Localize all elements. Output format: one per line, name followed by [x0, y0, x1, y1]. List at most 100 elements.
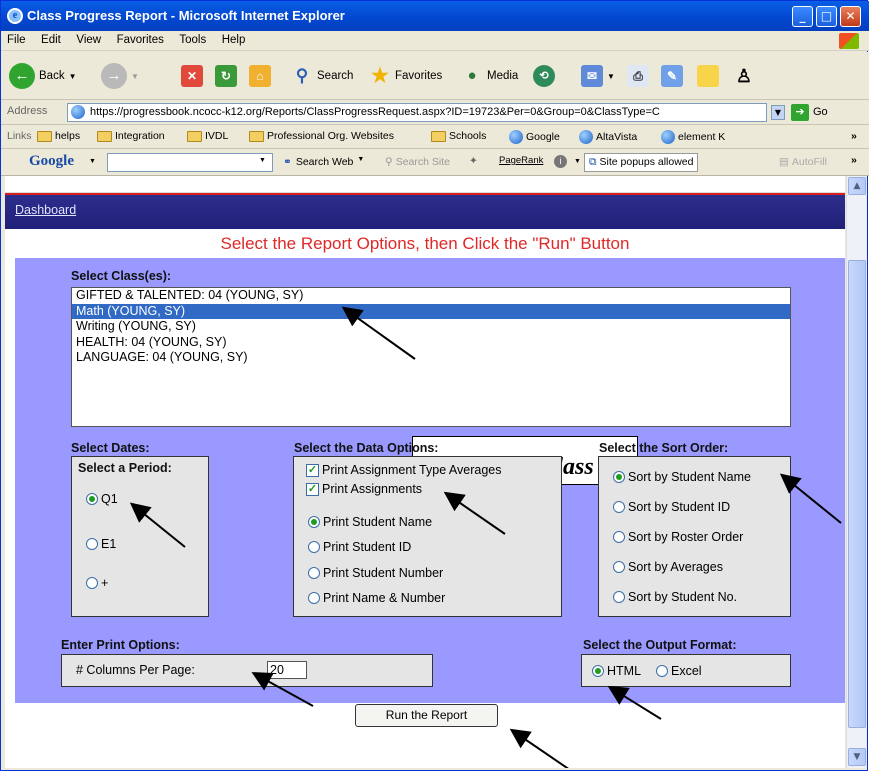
- search-icon: ⚲: [295, 66, 309, 85]
- menu-favorites[interactable]: Favorites: [111, 31, 170, 46]
- globe-icon: [661, 130, 675, 144]
- address-bar: Address https://progressbook.ncocc-k12.o…: [1, 100, 869, 125]
- arrow-to-columns: [251, 672, 314, 707]
- forward-button[interactable]: → ▼: [101, 60, 139, 92]
- stop-icon: ✕: [181, 65, 203, 87]
- forward-arrow-icon: →: [101, 63, 127, 89]
- folder-icon: [187, 130, 202, 142]
- google-menu-dropdown-icon[interactable]: ▼: [89, 158, 96, 165]
- popup-blocker-button[interactable]: ⧉ Site popups allowed: [584, 153, 699, 172]
- ie-icon: e: [7, 8, 23, 24]
- page-content: Dashboard Select the Report Options, the…: [5, 176, 845, 768]
- messenger-icon: ♙: [735, 66, 753, 86]
- windows-logo-icon: [839, 33, 859, 49]
- scroll-thumb[interactable]: [848, 260, 866, 728]
- link-altavista[interactable]: AltaVista: [579, 130, 637, 144]
- link-ivdl[interactable]: IVDL: [187, 130, 228, 142]
- folder-icon: [431, 130, 446, 142]
- menu-file[interactable]: File: [1, 31, 32, 46]
- mail-icon: ✉: [581, 65, 603, 87]
- address-input[interactable]: https://progressbook.ncocc-k12.org/Repor…: [67, 103, 767, 122]
- binoculars-icon: ⚭: [283, 156, 292, 168]
- edit-icon: ✎: [661, 65, 683, 87]
- media-icon: ●: [467, 67, 477, 84]
- edit-button[interactable]: ✎: [661, 60, 683, 92]
- news-icon[interactable]: ✦: [469, 155, 478, 167]
- address-label: Address: [7, 105, 48, 117]
- autofill-icon: ▤: [779, 156, 789, 168]
- arrow-to-run-button: [509, 728, 569, 768]
- search-web-button[interactable]: ⚭ Search Web ▼: [283, 156, 364, 168]
- refresh-icon: ↻: [215, 65, 237, 87]
- chevron-right-icon[interactable]: »: [851, 130, 857, 142]
- maximize-button[interactable]: □: [816, 6, 837, 27]
- globe-icon: [509, 130, 523, 144]
- links-bar: Links helps Integration IVDL Professiona…: [1, 125, 869, 149]
- info-dropdown-icon[interactable]: ▼: [574, 158, 581, 165]
- vertical-scrollbar[interactable]: ▲ ▼: [846, 176, 866, 768]
- globe-icon: [579, 130, 593, 144]
- menu-bar: File Edit View Favorites Tools Help: [1, 31, 869, 51]
- links-label: Links: [7, 130, 32, 142]
- autofill-button[interactable]: ▤ AutoFill: [779, 156, 827, 168]
- annotation-arrows: [129, 306, 842, 768]
- title-bar: e Class Progress Report - Microsoft Inte…: [1, 1, 869, 31]
- print-button[interactable]: ⎙: [627, 60, 649, 92]
- standard-toolbar: ← Back ▼ → ▼ ✕ ↻ ⌂ ⚲ Search ★ Favorites ● Med…: [1, 52, 869, 100]
- google-toolbar: Google ▼ ▼ ⚭ Search Web ▼ ⚲ Search Site ✦ P…: [1, 149, 869, 176]
- stop-button[interactable]: ✕: [181, 60, 203, 92]
- search-site-button[interactable]: ⚲ Search Site: [385, 156, 450, 168]
- chevron-right-icon[interactable]: »: [851, 154, 857, 166]
- search-site-icon: ⚲: [385, 156, 393, 168]
- mail-button[interactable]: ✉ ▼: [581, 60, 615, 92]
- folder-icon: [37, 130, 52, 142]
- browser-window: e Class Progress Report - Microsoft Inte…: [0, 0, 869, 771]
- page-icon: [71, 105, 85, 119]
- back-button[interactable]: ← Back ▼: [9, 60, 77, 92]
- media-button[interactable]: ● Media: [461, 60, 518, 92]
- arrow-to-data-options: [443, 491, 506, 535]
- menu-edit[interactable]: Edit: [35, 31, 67, 46]
- notes-icon: [697, 65, 719, 87]
- folder-icon: [249, 130, 264, 142]
- go-button[interactable]: Go: [813, 106, 828, 118]
- close-button[interactable]: ✕: [840, 6, 861, 27]
- history-button[interactable]: ⟲: [533, 60, 555, 92]
- favorites-button[interactable]: ★ Favorites: [369, 60, 442, 92]
- menu-tools[interactable]: Tools: [173, 31, 212, 46]
- arrow-to-class: [341, 306, 416, 360]
- link-integration[interactable]: Integration: [97, 130, 165, 142]
- scroll-up-icon[interactable]: ▲: [848, 177, 866, 195]
- address-dropdown-icon[interactable]: ▼: [771, 105, 785, 120]
- notes-button[interactable]: [697, 60, 719, 92]
- search-button[interactable]: ⚲ Search: [291, 60, 354, 92]
- google-search-input[interactable]: [107, 153, 273, 172]
- menu-view[interactable]: View: [70, 31, 107, 46]
- google-logo[interactable]: Google: [29, 153, 74, 170]
- scroll-down-icon[interactable]: ▼: [848, 748, 866, 766]
- link-professional-org[interactable]: Professional Org. Websites: [249, 130, 394, 142]
- go-arrow-icon[interactable]: ➔: [791, 104, 809, 121]
- link-helps[interactable]: helps: [37, 130, 80, 142]
- arrow-to-period: [129, 502, 186, 548]
- messenger-button[interactable]: ♙: [733, 60, 755, 92]
- home-icon: ⌂: [249, 65, 271, 87]
- link-element-k[interactable]: element K: [661, 130, 725, 144]
- minimize-button[interactable]: _: [792, 6, 813, 27]
- refresh-button[interactable]: ↻: [215, 60, 237, 92]
- popup-icon: ⧉: [589, 156, 597, 168]
- link-schools[interactable]: Schools: [431, 130, 486, 142]
- home-button[interactable]: ⌂: [249, 60, 271, 92]
- arrow-to-output-format: [607, 685, 662, 720]
- menu-help[interactable]: Help: [216, 31, 252, 46]
- link-google[interactable]: Google: [509, 130, 560, 144]
- history-icon: ⟲: [533, 65, 555, 87]
- star-icon: ★: [371, 65, 389, 87]
- address-url: https://progressbook.ncocc-k12.org/Repor…: [90, 106, 660, 118]
- window-title: Class Progress Report - Microsoft Intern…: [27, 8, 345, 23]
- info-icon[interactable]: i: [554, 155, 567, 168]
- folder-icon: [97, 130, 112, 142]
- pagerank-label[interactable]: PageRank: [499, 155, 543, 166]
- google-search-dropdown-icon[interactable]: ▼: [259, 157, 266, 164]
- back-arrow-icon: ←: [9, 63, 35, 89]
